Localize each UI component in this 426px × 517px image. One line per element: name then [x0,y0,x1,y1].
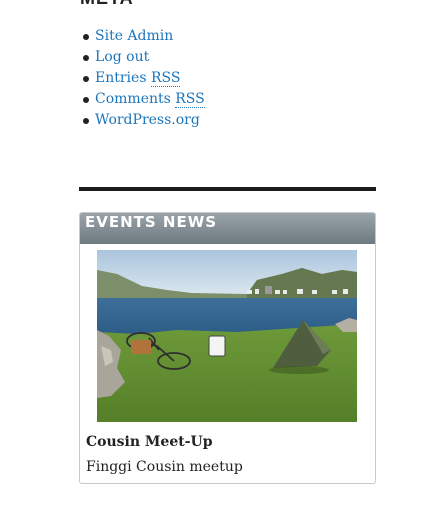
meta-link-list: Site Admin Log out Entries RSS Comments … [80,26,205,131]
comments-rss-abbr: RSS [175,91,205,108]
wordpress-org-link[interactable]: WordPress.org [95,112,200,128]
site-admin-link[interactable]: Site Admin [95,28,173,44]
section-divider [79,187,376,191]
meta-list-item: Log out [80,47,205,68]
bicycle-basket [131,340,151,354]
entries-rss-label: Entries [95,70,151,86]
comments-rss-link[interactable]: Comments RSS [95,91,205,108]
events-news-heading: EVENTS NEWS [80,213,375,244]
white-bag [208,335,226,357]
event-description: Finggi Cousin meetup [86,459,243,475]
tent-shadow [269,366,329,374]
events-news-widget: EVENTS NEWS Cousin Meet-Up Finggi Cousin… [79,212,376,484]
event-photo[interactable] [97,250,357,422]
event-title[interactable]: Cousin Meet-Up [86,434,213,450]
comments-rss-label: Comments [95,91,176,107]
log-out-link[interactable]: Log out [95,49,149,65]
meta-list-item: Comments RSS [80,89,205,110]
meta-list-item: WordPress.org [80,110,205,131]
entries-rss-link[interactable]: Entries RSS [95,70,181,87]
meta-widget-heading: META [80,0,134,9]
meta-list-item: Entries RSS [80,68,205,89]
entries-rss-abbr: RSS [150,70,181,87]
meta-list-item: Site Admin [80,26,205,47]
